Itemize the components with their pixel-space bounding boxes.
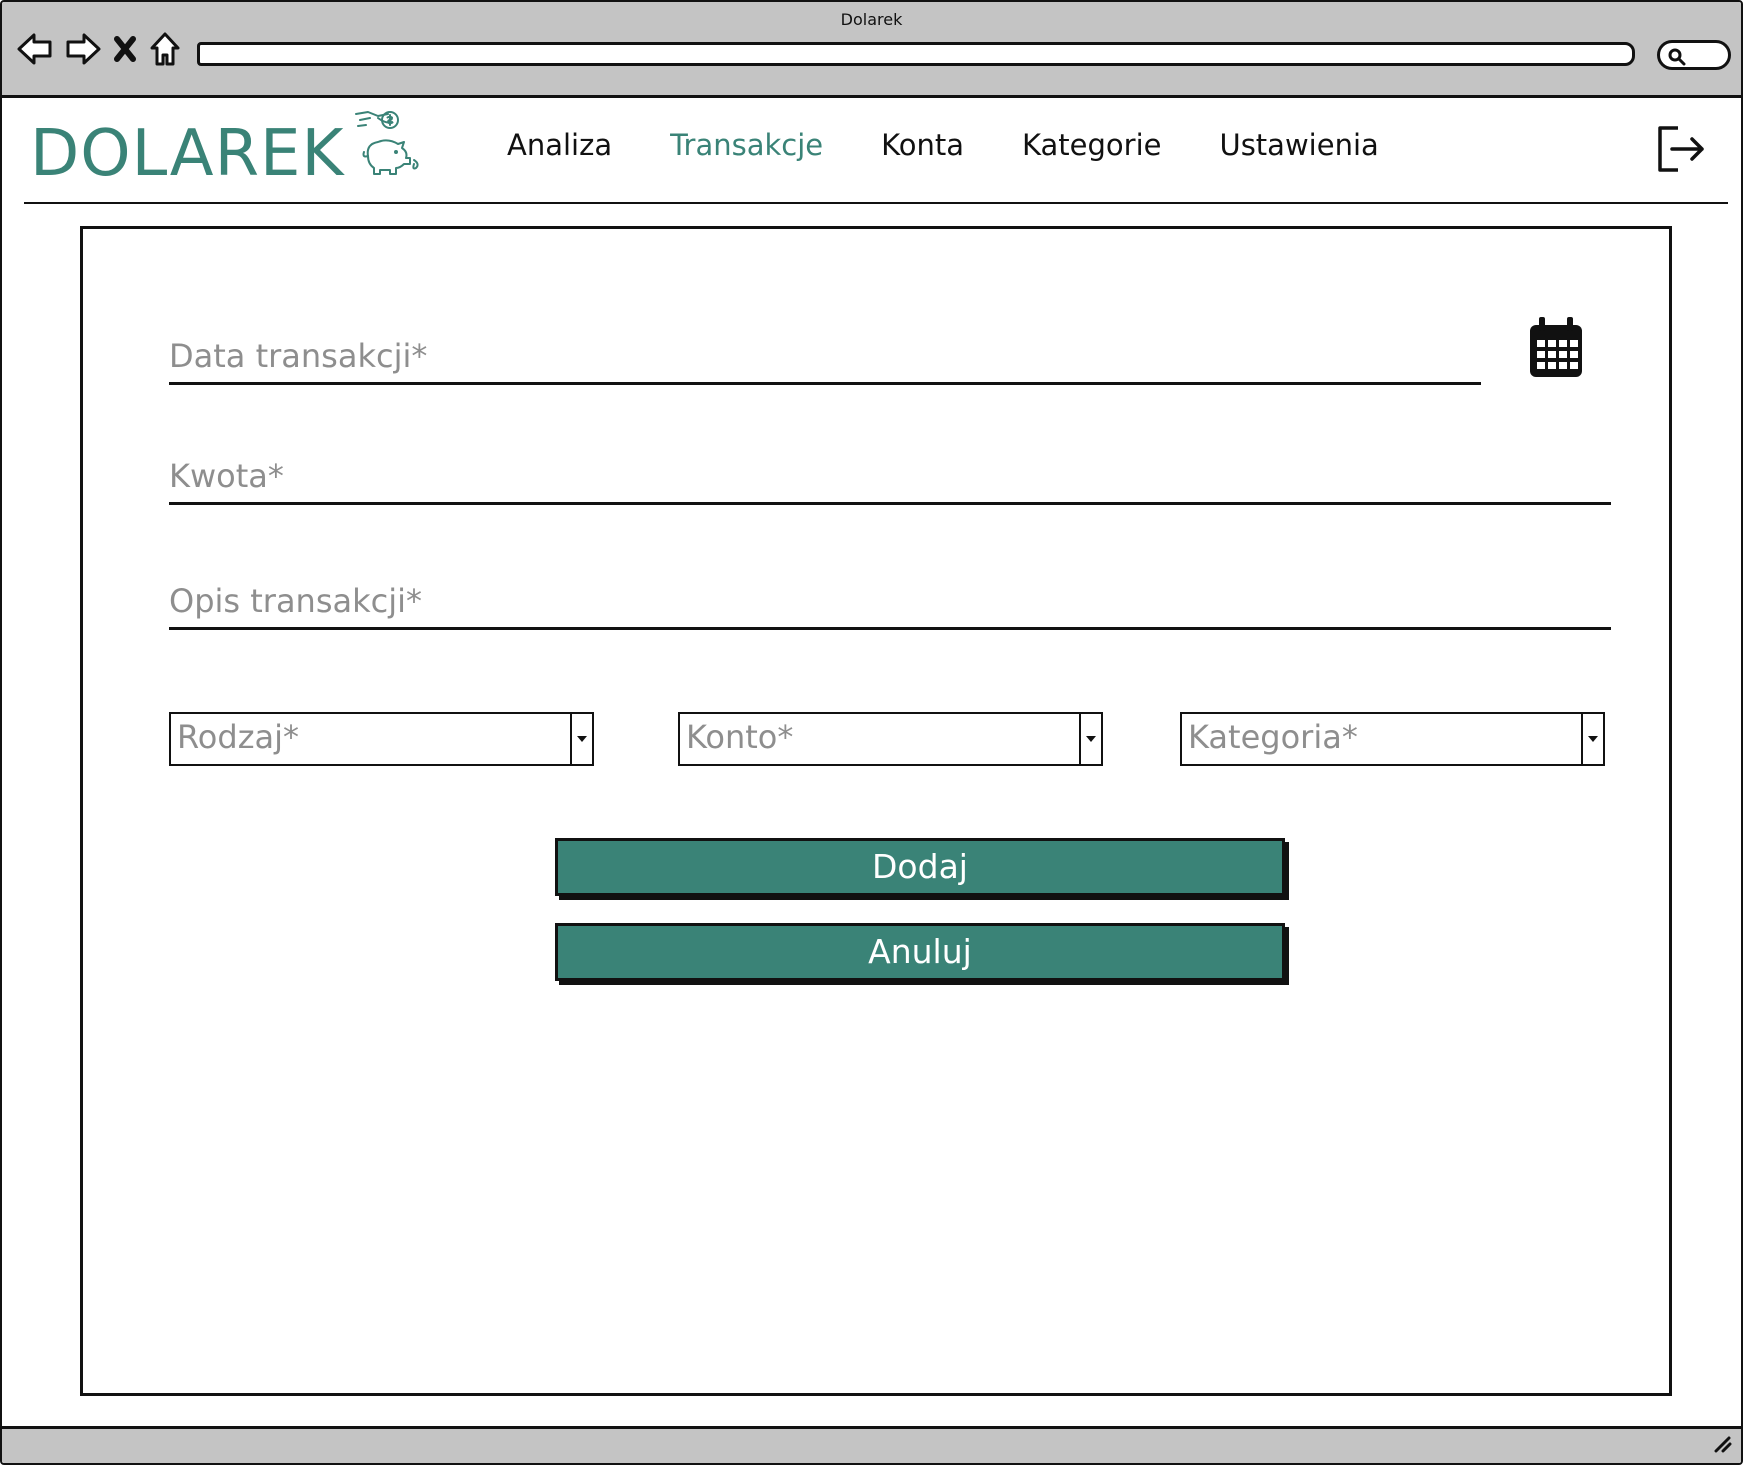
- browser-nav-buttons: [16, 30, 182, 68]
- home-icon[interactable]: [148, 30, 182, 68]
- window-title: Dolarek: [840, 10, 903, 29]
- chevron-down-icon[interactable]: [570, 714, 592, 764]
- nav-item-analiza[interactable]: Analiza: [507, 128, 612, 163]
- header-divider: [24, 202, 1728, 204]
- amount-field[interactable]: [169, 455, 1611, 505]
- chevron-down-icon[interactable]: [1079, 714, 1101, 764]
- cancel-button[interactable]: Anuluj: [555, 923, 1285, 981]
- description-field[interactable]: [169, 580, 1611, 630]
- type-select[interactable]: Rodzaj*: [169, 712, 594, 766]
- browser-status-bar: [2, 1426, 1741, 1463]
- browser-window: Dolarek DOLAREK Analiza Transakcje Konta…: [0, 0, 1743, 1465]
- address-bar[interactable]: [197, 42, 1635, 66]
- nav-item-ustawienia[interactable]: Ustawienia: [1219, 128, 1378, 163]
- logout-icon[interactable]: [1654, 124, 1708, 178]
- transaction-form-panel: Rodzaj* Konto* Kategoria* Dodaj Anuluj: [80, 226, 1672, 1396]
- back-arrow-icon[interactable]: [16, 31, 54, 67]
- nav-item-konta[interactable]: Konta: [881, 128, 964, 163]
- add-button[interactable]: Dodaj: [555, 838, 1285, 896]
- nav-item-kategorie[interactable]: Kategorie: [1022, 128, 1161, 163]
- piggy-bank-coin-icon: [352, 106, 424, 180]
- chevron-down-icon[interactable]: [1581, 714, 1603, 764]
- forward-arrow-icon[interactable]: [64, 31, 102, 67]
- main-navigation: Analiza Transakcje Konta Kategorie Ustaw…: [507, 128, 1437, 163]
- app-header: DOLAREK Analiza Transakcje Konta Kategor…: [2, 98, 1741, 206]
- logo-text: DOLAREK: [30, 117, 345, 191]
- account-select[interactable]: Konto*: [678, 712, 1103, 766]
- category-select[interactable]: Kategoria*: [1180, 712, 1605, 766]
- browser-search-box[interactable]: [1657, 40, 1731, 70]
- transaction-date-field[interactable]: [169, 335, 1481, 385]
- logo[interactable]: DOLAREK: [30, 111, 424, 191]
- resize-grip-icon[interactable]: [1713, 1435, 1733, 1457]
- calendar-icon[interactable]: [1528, 315, 1584, 383]
- close-x-icon[interactable]: [112, 34, 138, 64]
- browser-toolbar: Dolarek: [2, 2, 1741, 98]
- category-select-label: Kategoria*: [1188, 718, 1358, 756]
- nav-item-transakcje[interactable]: Transakcje: [670, 128, 823, 163]
- account-select-label: Konto*: [686, 718, 794, 756]
- type-select-label: Rodzaj*: [177, 718, 299, 756]
